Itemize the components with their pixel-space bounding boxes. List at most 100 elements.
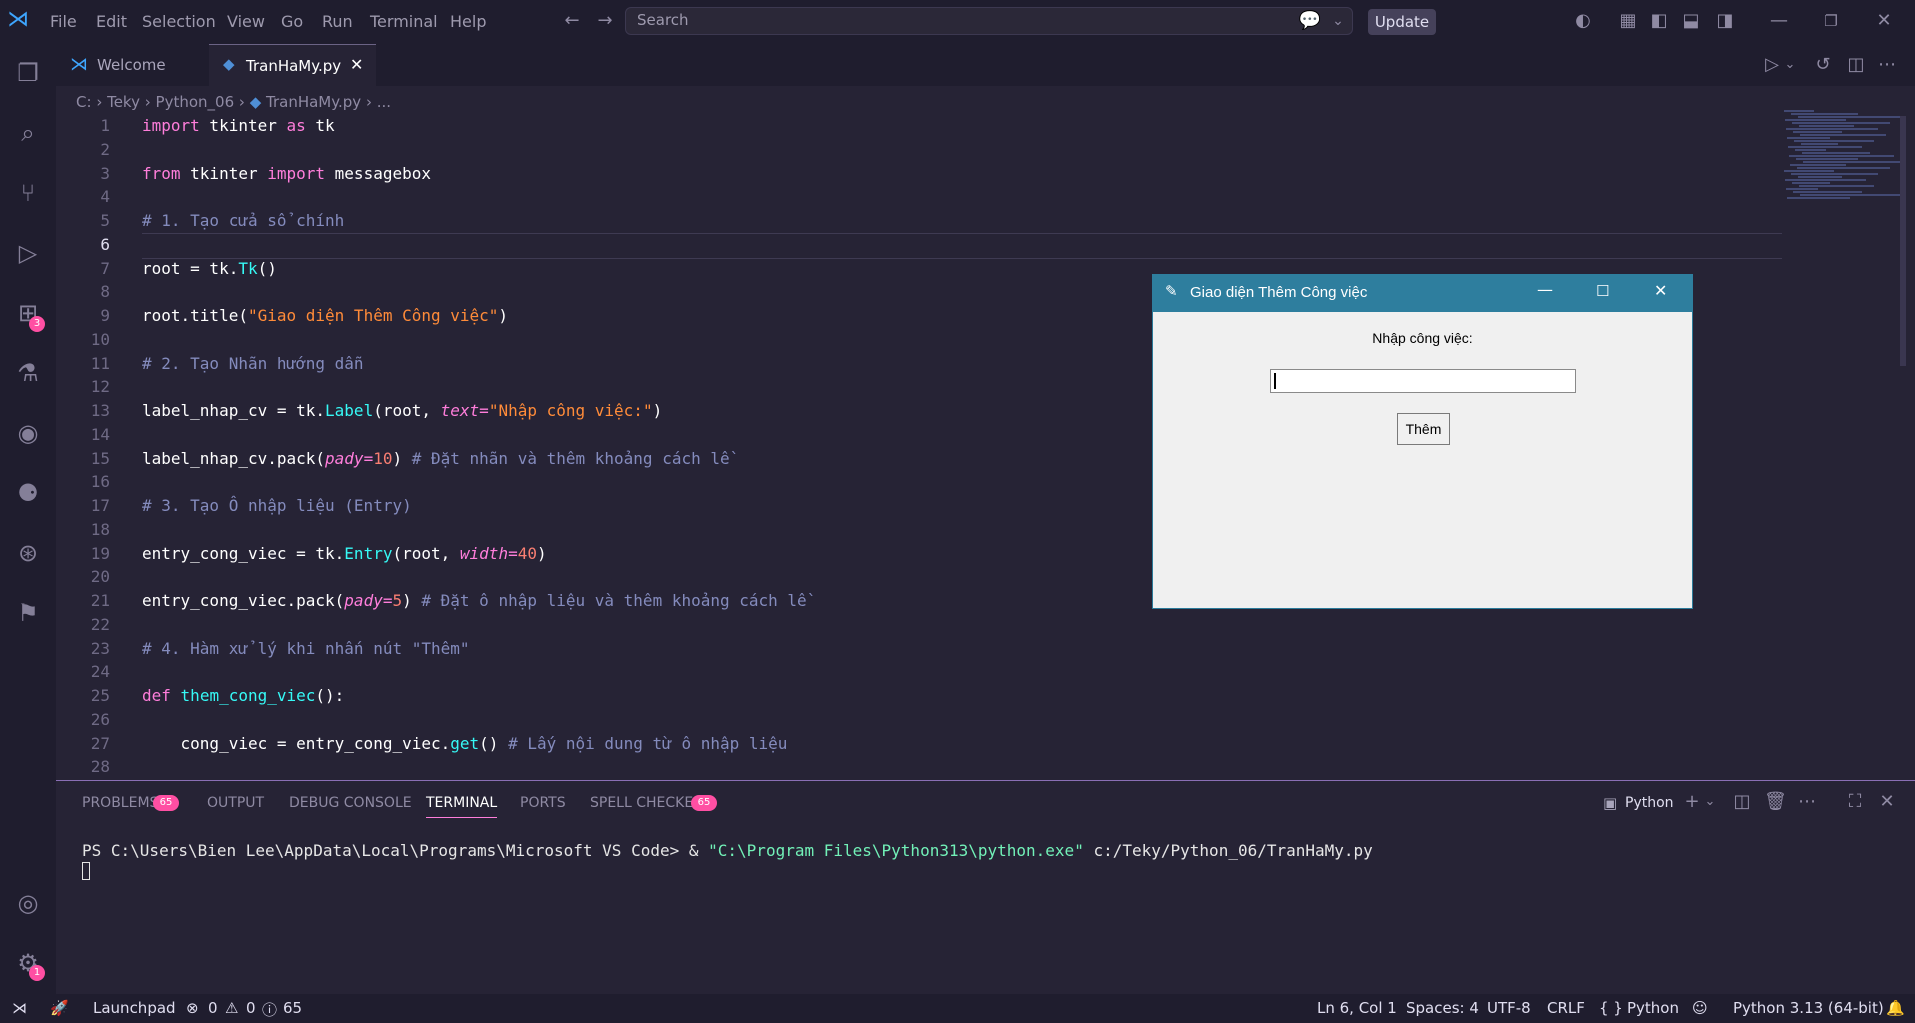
more-actions-icon[interactable]: ⋯ (1876, 55, 1898, 75)
line-number: 15 (90, 448, 110, 468)
status-interpreter[interactable]: Python 3.13 (64-bit) (1733, 999, 1884, 1017)
panel-more-icon[interactable]: ⋯ (1797, 792, 1817, 812)
menu-view[interactable]: View (227, 12, 265, 31)
status-cursor-position[interactable]: Ln 6, Col 1 (1317, 999, 1397, 1017)
run-file-icon[interactable]: ▷ (1761, 55, 1783, 75)
github-icon[interactable]: ◉ (10, 415, 46, 451)
menu-selection[interactable]: Selection (142, 12, 216, 31)
panel-tab-debug-console[interactable]: DEBUG CONSOLE (289, 795, 412, 811)
explorer-icon[interactable]: ❐ (10, 55, 46, 91)
minimap-line (1784, 170, 1834, 172)
copilot-chat-icon[interactable]: 💬 (1298, 11, 1322, 31)
menu-help[interactable]: Help (450, 12, 486, 31)
code-line-27: cong_viec = entry_cong_viec.get() # Lấy … (142, 734, 788, 753)
run-debug-icon[interactable]: ▷ (10, 235, 46, 271)
error-icon: ⊗ (186, 999, 199, 1017)
search-box[interactable] (625, 7, 1353, 35)
status-warnings[interactable]: 0 (246, 999, 256, 1017)
account-icon[interactable]: ◎ (10, 885, 46, 921)
search-icon[interactable]: ⌕ (10, 115, 46, 151)
panel-tab-spell-checker[interactable]: SPELL CHECKER (590, 795, 703, 811)
breadcrumb-item[interactable]: C: (76, 93, 92, 111)
kill-terminal-trash-icon[interactable]: 🗑 (1764, 792, 1787, 812)
breadcrumb-item[interactable]: ... (377, 93, 391, 111)
line-number: 1 (100, 116, 110, 135)
close-panel-icon[interactable]: ✕ (1877, 792, 1897, 812)
timeline-icon[interactable]: ↺ (1812, 55, 1834, 75)
accounts-icon[interactable]: ◐ (1572, 11, 1594, 31)
close-tab-icon[interactable]: ✕ (350, 55, 363, 74)
vscode-logo-icon: ⋊ (7, 7, 29, 32)
chevron-right-icon: › (144, 93, 156, 111)
run-dropdown-chevron-icon[interactable]: ⌄ (1783, 55, 1797, 75)
remote-indicator-icon[interactable]: ⋊ (12, 999, 27, 1017)
status-indentation[interactable]: Spaces: 4 (1406, 999, 1479, 1017)
terminal-icon: ▣ (1603, 794, 1618, 812)
status-language[interactable]: Python (1627, 999, 1679, 1017)
terminal-dropdown-chevron-icon[interactable]: ⌄ (1703, 792, 1717, 812)
python-icon[interactable]: ⚈ (10, 475, 46, 511)
panel-tab-ports[interactable]: PORTS (520, 795, 566, 811)
breadcrumb-item[interactable]: Python_06 (156, 93, 235, 111)
split-terminal-icon[interactable]: ◫ (1732, 792, 1752, 812)
panel-tab-output[interactable]: OUTPUT (207, 795, 264, 811)
split-editor-icon[interactable]: ◫ (1845, 55, 1867, 75)
new-terminal-plus-icon[interactable]: + (1682, 792, 1702, 812)
minimap-line (1801, 143, 1838, 145)
menu-terminal[interactable]: Terminal (370, 12, 438, 31)
toggle-primary-sidebar-icon[interactable]: ◧ (1648, 11, 1670, 31)
chevron-down-icon[interactable]: ⌄ (1330, 11, 1346, 31)
minimap[interactable] (1784, 110, 1906, 210)
text-caret (1274, 373, 1276, 389)
tab-tranhamy[interactable]: ◆ TranHaMy.py ✕ (209, 44, 376, 86)
line-number: 7 (100, 258, 110, 278)
update-button[interactable]: Update (1368, 9, 1436, 35)
forward-arrow-icon[interactable]: → (594, 11, 616, 31)
tk-maximize-icon[interactable]: ☐ (1596, 282, 1609, 300)
status-launchpad[interactable]: Launchpad (93, 999, 176, 1017)
menu-edit[interactable]: Edit (96, 12, 127, 31)
menu-file[interactable]: File (50, 12, 77, 31)
close-window-icon[interactable]: ✕ (1873, 11, 1895, 31)
status-infos[interactable]: 65 (283, 999, 302, 1017)
line-number: 2 (100, 139, 110, 159)
code-line-5: # 1. Tạo cửa sổ chính (142, 211, 345, 230)
bookmarks-icon[interactable]: ⚑ (10, 595, 46, 631)
tk-minimize-icon[interactable]: — (1537, 280, 1553, 299)
customize-layout-icon[interactable]: ▦ (1617, 11, 1639, 31)
status-errors[interactable]: 0 (208, 999, 218, 1017)
editor-scrollbar[interactable] (1900, 116, 1906, 366)
restore-window-icon[interactable]: ❐ (1820, 11, 1842, 31)
toggle-panel-icon[interactable]: ⬓ (1680, 11, 1702, 31)
panel-tab-problems[interactable]: PROBLEMS (82, 795, 158, 811)
panel-tab-terminal[interactable]: TERMINAL (426, 795, 498, 818)
tk-them-button[interactable]: Thêm (1397, 413, 1450, 445)
tk-entry-cong-viec[interactable] (1270, 369, 1576, 393)
minimap-line (1793, 191, 1862, 193)
maximize-panel-icon[interactable]: ⛶ (1845, 792, 1865, 812)
back-arrow-icon[interactable]: ← (561, 11, 583, 31)
terminal-name[interactable]: Python (1625, 795, 1674, 811)
source-control-icon[interactable]: ⑂ (10, 175, 46, 211)
line-number: 6 (100, 234, 110, 254)
breadcrumb-item[interactable]: TranHaMy.py (266, 93, 361, 111)
toggle-secondary-sidebar-icon[interactable]: ◨ (1714, 11, 1736, 31)
tab-welcome[interactable]: ⋊ Welcome (56, 44, 209, 86)
tk-close-icon[interactable]: ✕ (1654, 281, 1667, 300)
testing-icon[interactable]: ⚗ (10, 355, 46, 391)
terminal-output-line[interactable]: PS C:\Users\Bien Lee\AppData\Local\Progr… (82, 841, 1373, 860)
minimize-window-icon[interactable]: — (1768, 11, 1790, 31)
status-encoding[interactable]: UTF-8 (1487, 999, 1531, 1017)
breadcrumb-item[interactable]: Teky (107, 93, 140, 111)
status-eol[interactable]: CRLF (1547, 999, 1585, 1017)
line-number: 16 (90, 472, 110, 492)
menu-go[interactable]: Go (281, 12, 303, 31)
menu-run[interactable]: Run (322, 12, 353, 31)
copilot-icon[interactable]: ☺ (1692, 999, 1708, 1017)
line-number: 8 (100, 282, 110, 302)
current-line-highlight (142, 233, 1782, 259)
code-line-19: entry_cong_viec = tk.Entry(root, width=4… (142, 544, 547, 563)
gitlens-icon[interactable]: ⊛ (10, 535, 46, 571)
bottom-panel (56, 780, 1915, 995)
notifications-bell-icon[interactable]: 🔔 (1886, 999, 1905, 1017)
